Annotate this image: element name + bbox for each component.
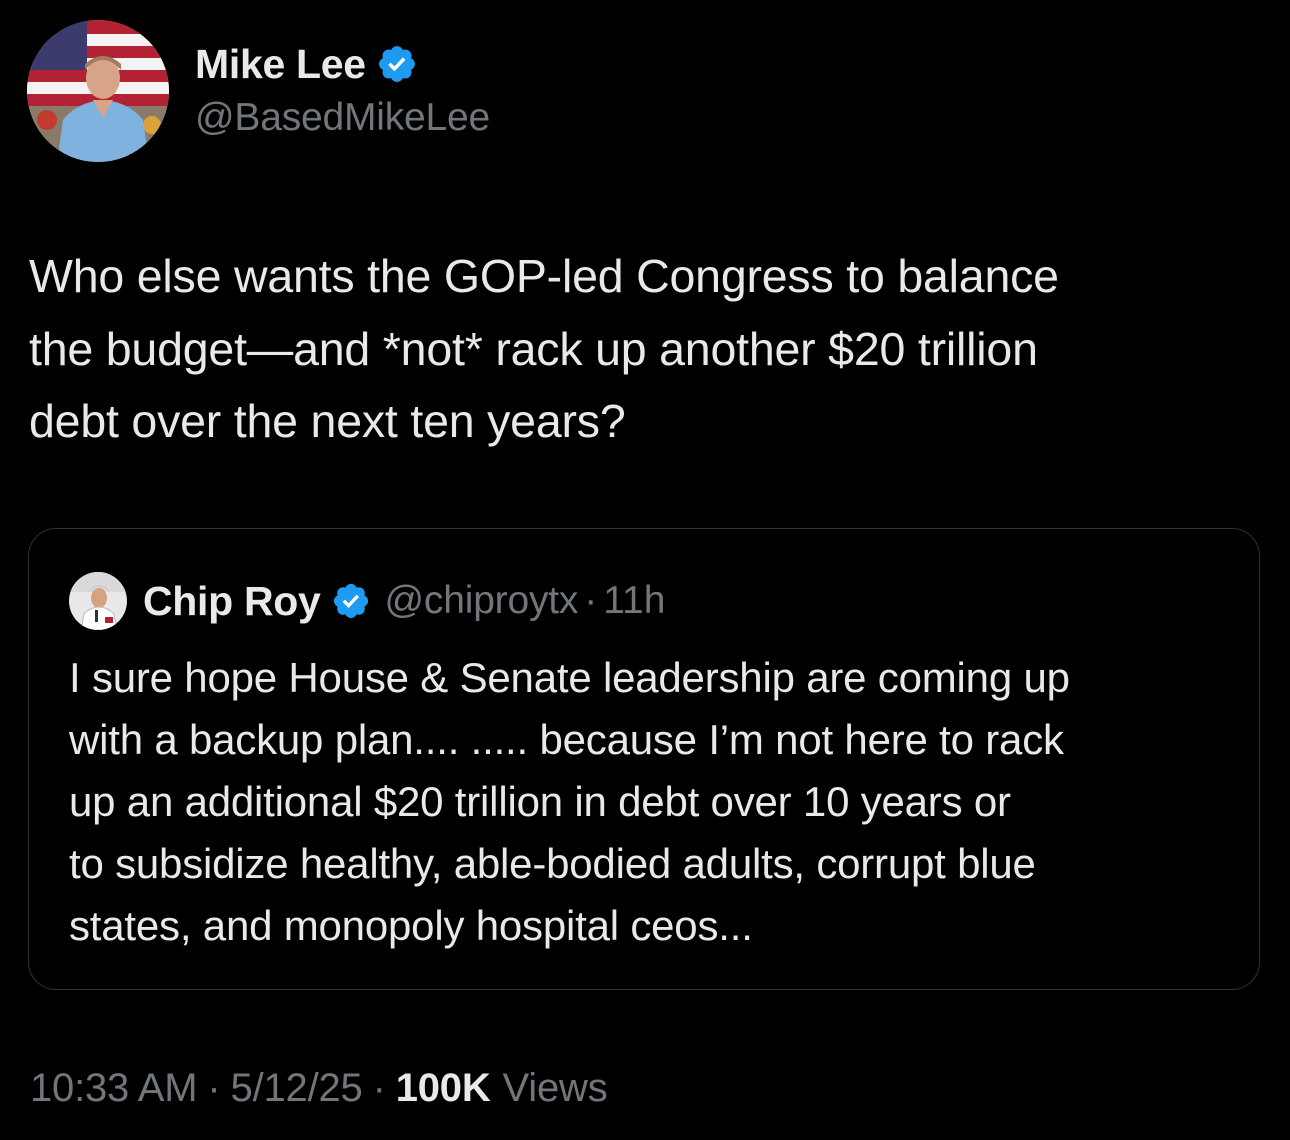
views-label: Views: [502, 1066, 608, 1110]
quoted-tweet-header: Chip Roy @chiproytx · 11h: [69, 571, 665, 631]
quoted-author-handle[interactable]: @chiproytx: [385, 579, 579, 623]
author-handle[interactable]: @BasedMikeLee: [195, 96, 490, 140]
tweet: Mike Lee @BasedMikeLee Who else wants th…: [0, 0, 1290, 1140]
verified-badge-icon[interactable]: [376, 43, 418, 85]
author-names: Mike Lee @BasedMikeLee: [195, 38, 490, 140]
tweet-metadata: 10:33 AM · 5/12/25 · 100K Views: [30, 1066, 608, 1111]
verified-badge-icon[interactable]: [331, 581, 371, 621]
author-display-name[interactable]: Mike Lee: [195, 41, 366, 88]
tweet-date[interactable]: 5/12/25: [231, 1066, 363, 1111]
quoted-tweet[interactable]: Chip Roy @chiproytx · 11h I sure hope Ho…: [28, 528, 1260, 990]
meta-separator: ·: [372, 1066, 386, 1110]
meta-separator: ·: [207, 1066, 221, 1110]
author-name-row: Mike Lee: [195, 38, 490, 90]
tweet-author: Mike Lee @BasedMikeLee: [27, 20, 490, 162]
quoted-timestamp[interactable]: 11h: [603, 579, 665, 623]
tweet-time[interactable]: 10:33 AM: [30, 1066, 198, 1111]
author-avatar[interactable]: [27, 20, 169, 162]
quoted-tweet-text: I sure hope House & Senate leadership ar…: [69, 654, 1070, 949]
quoted-separator: ·: [584, 579, 598, 622]
quoted-author-avatar[interactable]: [69, 572, 127, 630]
views-count[interactable]: 100K: [396, 1066, 491, 1111]
quoted-author-display-name[interactable]: Chip Roy: [143, 578, 321, 625]
tweet-text: Who else wants the GOP-led Congress to b…: [29, 250, 1059, 447]
